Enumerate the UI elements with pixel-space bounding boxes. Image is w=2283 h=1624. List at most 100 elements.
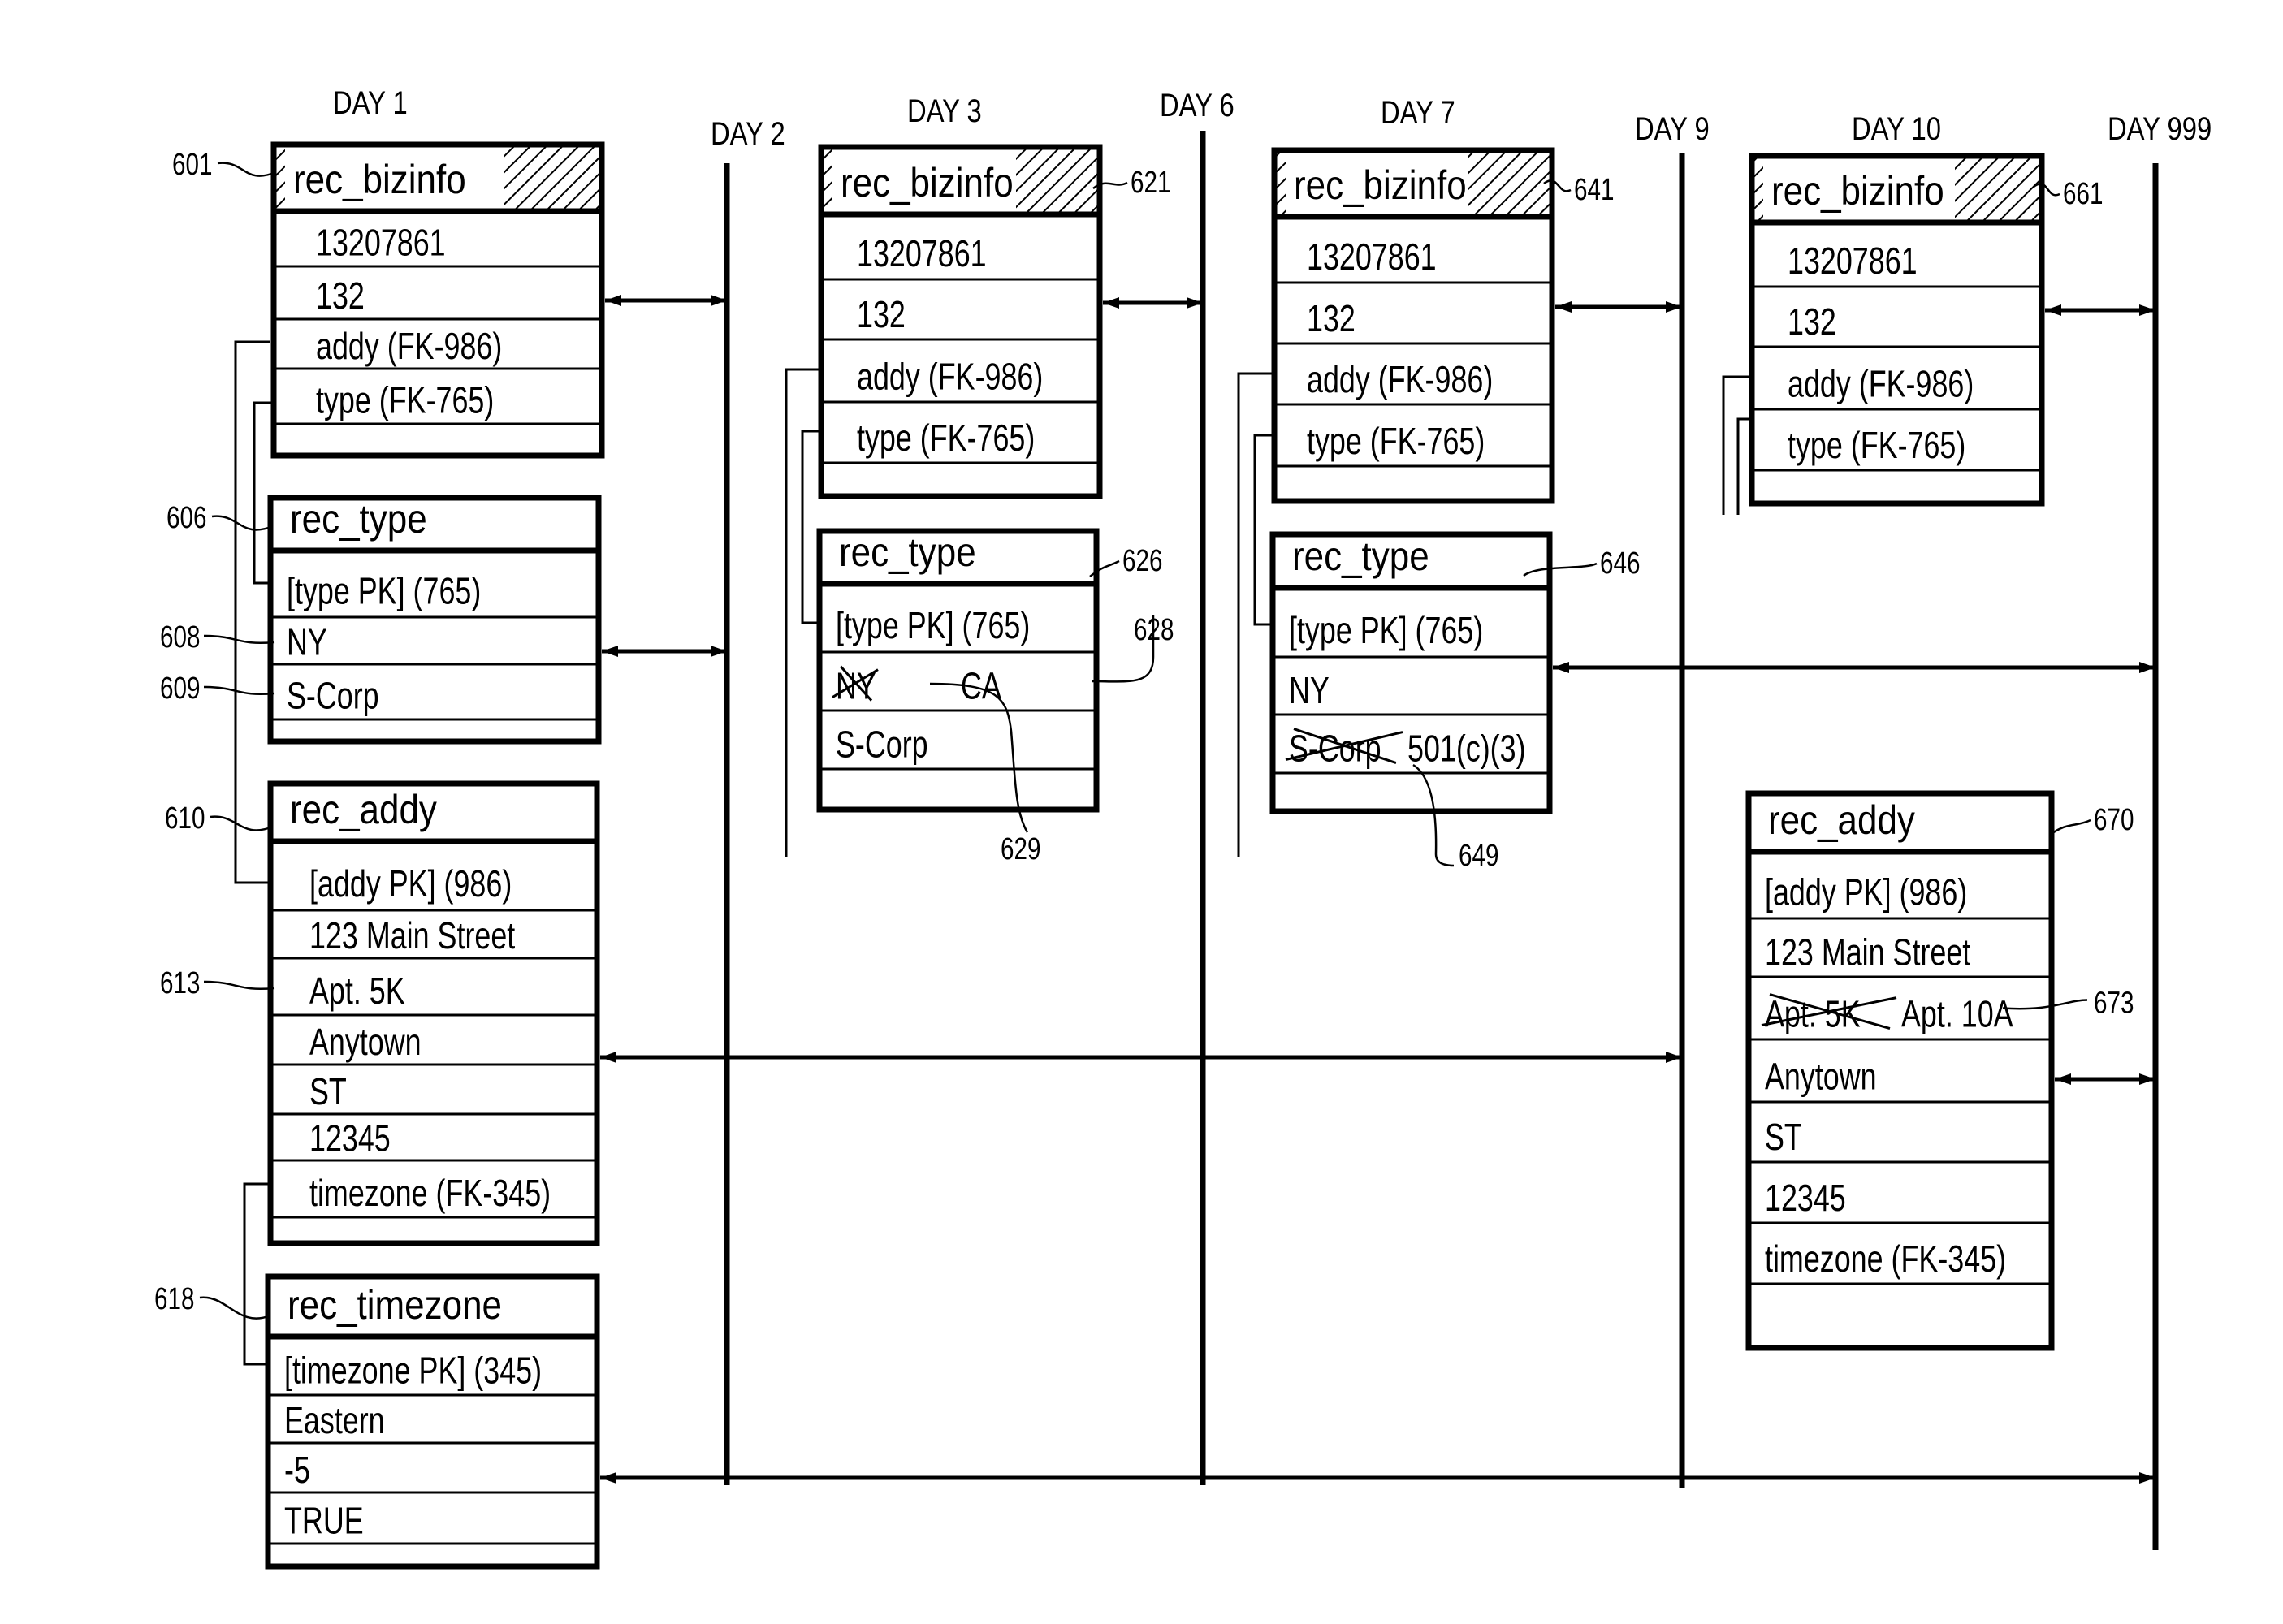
day-label-day999: DAY 999 [2108,110,2212,147]
leader-line [2051,818,2091,835]
leader-line [217,162,277,177]
field-value: 13207861 [857,233,987,274]
hatch-pattern [1016,147,1100,214]
field-value: type (FK-765) [857,417,1035,459]
reference-numeral: 613 [160,966,200,1000]
record-title: rec_type [839,529,976,574]
reference-numeral: 646 [1600,546,1640,581]
reference-numeral: 618 [154,1282,194,1316]
field-value: S-Corp [287,675,379,716]
field-value: [type PK] (765) [287,570,481,611]
leader-line [2002,999,2088,1010]
reference-numeral: 673 [2094,986,2134,1020]
record-rec-type-646: rec_type[type PK] (765)NYS-Corp501(c)(3)… [1269,531,1640,873]
record-rec-type-626: rec_type[type PK] (765)NY CA628629S-Corp6… [816,528,1174,866]
day-label-day1: DAY 1 [333,84,408,121]
field-value: TRUE [284,1500,364,1541]
field-value: addy (FK-986) [857,356,1043,397]
field-value: NY [1289,670,1330,711]
reference-numeral: 601 [172,148,212,182]
foreign-key-connector [1237,372,1274,857]
record-rec-bizinfo-661: rec_bizinfo 13207861 132 addy (FK-986) type … [1749,153,2103,507]
field-value: 123 Main Street [1765,931,1971,973]
record-versioning-diagram: DAY 1 DAY 2 DAY 3 DAY 6 DAY 7 DAY 9 DAY 10 DAY … [154,84,2212,1570]
field-value: 501(c)(3) [1407,728,1526,769]
field-value: type (FK-765) [316,379,494,421]
record-title: rec_addy [1768,797,1915,842]
field-value: -5 [284,1449,310,1491]
leader-line [203,634,275,644]
field-value: NY [287,621,327,663]
reference-numeral: 629 [1001,832,1040,866]
reference-numeral: 670 [2094,803,2134,837]
record-title: rec_addy [290,786,437,831]
field-value: 123 Main Street [309,915,516,957]
reference-numeral: 606 [166,501,206,535]
record-rec-addy-670: rec_addy [addy PK] (986) 123 Main Street Ap… [1745,790,2134,1351]
leader-line [199,1296,271,1320]
field-value: Anytown [309,1021,422,1063]
field-value: Apt. 10A [1901,993,2013,1034]
field-value: S-Corp [836,723,928,765]
hatch-pattern [1955,156,2042,222]
record-title: rec_bizinfo [1294,162,1467,207]
record-rec-bizinfo-641: rec_bizinfo 13207861 132 addy (FK-986) type … [1271,147,1614,504]
record-rec-type-606: rec_type [type PK] (765) NY 608 S-Corp 609 606 [160,495,602,745]
field-value: 13207861 [316,222,446,263]
field-value: 13207861 [1307,236,1437,278]
leader-line [1412,763,1455,867]
field-value: [addy PK] (986) [309,863,512,905]
day-label-day7: DAY 7 [1381,94,1455,131]
field-value: Anytown [1765,1056,1877,1097]
field-value: 132 [857,294,906,335]
field-value: 132 [1788,301,1836,343]
record-title: rec_bizinfo [841,159,1014,205]
field-value: addy (FK-986) [1788,363,1974,404]
leader-line [1523,562,1598,577]
record-rec-addy-610: rec_addy [addy PK] (986) 123 Main Street Ap… [160,780,600,1246]
field-value: [addy PK] (986) [1765,871,1967,913]
reference-numeral: 626 [1122,544,1162,578]
field-value: 12345 [309,1117,391,1159]
field-value: 132 [1307,298,1356,339]
reference-numeral: 628 [1134,613,1174,647]
record-title: rec_bizinfo [1771,167,1944,213]
reference-numeral: 609 [160,672,200,706]
record-title: rec_bizinfo [293,156,466,201]
record-title: rec_type [1292,533,1429,578]
leader-line [210,815,274,831]
field-value: timezone (FK-345) [1765,1238,2006,1280]
leader-line [203,980,275,990]
record-title: rec_timezone [288,1281,502,1327]
reference-numeral: 649 [1459,839,1498,873]
day-label-day2: DAY 2 [711,115,785,152]
reference-numeral: 610 [165,801,205,836]
reference-numeral: 661 [2063,177,2103,211]
field-value: 12345 [1765,1177,1846,1219]
field-value: addy (FK-986) [1307,359,1493,400]
day-label-day9: DAY 9 [1635,110,1710,147]
record-rec-timezone-618: rec_timezone [timezone PK] (345) Eastern -5… [154,1273,600,1570]
leader-line [203,685,275,695]
hatch-pattern [1468,150,1552,217]
field-value: type (FK-765) [1788,425,1965,466]
record-title: rec_type [290,495,427,541]
reference-numeral: 621 [1131,166,1170,200]
day-label-day6: DAY 6 [1160,87,1234,123]
field-value: 132 [316,275,365,317]
field-value: ST [309,1071,347,1112]
field-value: 13207861 [1788,240,1918,282]
record-rec-bizinfo-621: rec_bizinfo 13207861 132 addy (FK-986) type … [818,144,1170,499]
field-value: Eastern [284,1400,385,1441]
hatch-pattern [504,145,602,211]
field-value: addy (FK-986) [316,326,502,367]
reference-numeral: 608 [160,620,200,654]
field-value: timezone (FK-345) [309,1173,551,1214]
reference-numeral: 641 [1574,173,1614,207]
day-label-day10: DAY 10 [1852,110,1941,147]
field-value: [timezone PK] (345) [284,1350,542,1391]
day-label-day3: DAY 3 [907,93,982,129]
field-value: type (FK-765) [1307,421,1485,462]
leader-line [211,515,274,531]
field-value: [type PK] (765) [836,605,1030,646]
